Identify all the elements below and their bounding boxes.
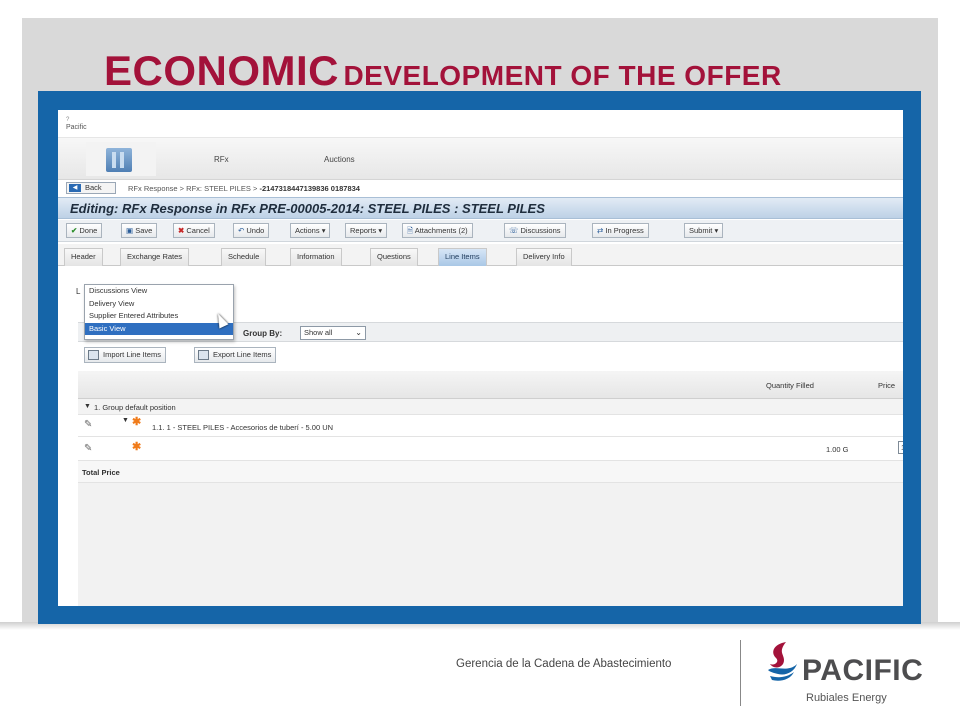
- table-header: Quantity Filled Price: [78, 371, 903, 399]
- footer-divider: [740, 640, 741, 706]
- cancel-button[interactable]: ✖ Cancel: [173, 223, 215, 238]
- chevron-down-icon: ⌄: [355, 328, 362, 337]
- app-screenshot: ? Pacific RFx Auctions ◀ Back RFx Respon…: [58, 110, 903, 606]
- app-logo-row: ? Pacific: [58, 110, 903, 138]
- brand-subtitle: Rubiales Energy: [806, 692, 887, 704]
- tab-exchange-rates[interactable]: Exchange Rates: [120, 248, 190, 266]
- export-line-items-button[interactable]: Export Line Items: [194, 347, 277, 363]
- attachment-icon: 🗎: [407, 226, 414, 235]
- import-icon: [88, 350, 99, 360]
- home-nav[interactable]: [86, 142, 156, 176]
- group-by-select[interactable]: Show all ⌄: [300, 326, 366, 340]
- tab-questions[interactable]: Questions: [370, 248, 418, 266]
- view-option-basic[interactable]: Basic View: [85, 322, 233, 335]
- footer-text: Gerencia de la Cadena de Abastecimiento: [456, 658, 672, 670]
- view-option-delivery[interactable]: Delivery View: [85, 298, 233, 311]
- app-nav-row: RFx Auctions: [58, 138, 903, 180]
- breadcrumb-row: ◀ Back RFx Response > RFx: STEEL PILES >…: [58, 180, 903, 196]
- submit-menu[interactable]: Submit ▾: [684, 223, 724, 238]
- done-button[interactable]: ✔ Done: [66, 223, 103, 238]
- group-by-label: Group By:: [243, 329, 283, 338]
- nav-tab-rfx[interactable]: RFx: [214, 155, 229, 164]
- app-mini-logo: ? Pacific: [66, 117, 87, 131]
- close-icon: ✖: [178, 226, 185, 235]
- back-arrow-icon: ◀: [69, 184, 81, 192]
- slide: ECONOMIC DEVELOPMENT OF THE OFFER ? Paci…: [0, 0, 960, 720]
- save-icon: ▣: [126, 226, 134, 235]
- back-button[interactable]: ◀ Back: [66, 182, 116, 194]
- table-row[interactable]: ✎ ✱ 1.00 G 1: [78, 437, 903, 461]
- tab-line-items[interactable]: Line Items: [438, 248, 487, 266]
- in-progress-button[interactable]: ⇄ In Progress: [592, 223, 649, 238]
- column-quantity-filled[interactable]: Quantity Filled: [766, 381, 814, 390]
- collapse-triangle-icon[interactable]: ▼: [84, 403, 91, 410]
- title-rest: DEVELOPMENT OF THE OFFER: [343, 60, 782, 91]
- nav-tab-auctions[interactable]: Auctions: [324, 155, 355, 164]
- view-label: L: [76, 287, 81, 296]
- empty-area: [78, 483, 903, 606]
- toolbar: ✔ Done ▣ Save ✖ Cancel ↶ Undo Actions ▾ …: [58, 220, 903, 242]
- expand-triangle-icon[interactable]: ▼: [122, 417, 129, 424]
- group-row[interactable]: ▼ 1. Group default position: [78, 399, 903, 415]
- price-input[interactable]: 1: [898, 441, 903, 454]
- brand-name: PACIFIC: [802, 654, 924, 687]
- chevron-down-icon: ▾: [321, 226, 326, 235]
- quantity-filled-value: 1.00 G: [826, 445, 849, 454]
- view-option-discussions[interactable]: Discussions View: [85, 285, 233, 298]
- chevron-down-icon: ▾: [714, 226, 719, 235]
- required-star-icon: ✱: [132, 416, 142, 428]
- tab-delivery-info[interactable]: Delivery Info: [516, 248, 572, 266]
- table-row[interactable]: ✎ ▼ ✱ 1.1. 1 - STEEL PILES - Accesorios …: [78, 415, 903, 437]
- tab-information[interactable]: Information: [290, 248, 342, 266]
- building-icon: [106, 148, 132, 172]
- discussions-button[interactable]: ☏ Discussions: [504, 223, 566, 238]
- slide-title: ECONOMIC DEVELOPMENT OF THE OFFER: [104, 50, 782, 92]
- tab-bar: Header Exchange Rates Schedule Informati…: [58, 244, 903, 266]
- tab-schedule[interactable]: Schedule: [221, 248, 267, 266]
- view-dropdown-list[interactable]: Discussions View Delivery View Supplier …: [84, 284, 234, 340]
- undo-icon: ↶: [238, 226, 245, 235]
- page-title: Editing: RFx Response in RFx PRE-00005-2…: [70, 201, 545, 216]
- column-price[interactable]: Price: [878, 381, 895, 390]
- pacific-logo-icon: [768, 642, 797, 681]
- chevron-down-icon: ▾: [378, 226, 383, 235]
- total-price-label: Total Price: [82, 468, 120, 477]
- line-items-panel: L Discussions View Delivery View Supplie…: [58, 267, 903, 606]
- editing-title-bar: Editing: RFx Response in RFx PRE-00005-2…: [58, 197, 903, 219]
- line-item-description: 1.1. 1 - STEEL PILES - Accesorios de tub…: [152, 423, 334, 432]
- title-main-word: ECONOMIC: [104, 47, 339, 94]
- total-price-row: Total Price: [78, 461, 903, 483]
- breadcrumb[interactable]: RFx Response > RFx: STEEL PILES > -21473…: [128, 184, 360, 193]
- undo-button[interactable]: ↶ Undo: [233, 223, 270, 238]
- reports-menu[interactable]: Reports ▾: [345, 223, 388, 238]
- required-star-icon: ✱: [132, 441, 142, 453]
- export-icon: [198, 350, 209, 360]
- save-button[interactable]: ▣ Save: [121, 223, 158, 238]
- discussion-icon: ☏: [509, 226, 519, 235]
- tab-header[interactable]: Header: [64, 248, 103, 266]
- progress-icon: ⇄: [597, 226, 604, 235]
- pacific-logo: PACIFIC Rubiales Energy: [764, 640, 934, 706]
- edit-pencil-icon[interactable]: ✎: [84, 443, 92, 454]
- import-line-items-button[interactable]: Import Line Items: [84, 347, 166, 363]
- attachments-button[interactable]: 🗎 Attachments (2): [402, 223, 473, 238]
- actions-menu[interactable]: Actions ▾: [290, 223, 331, 238]
- check-icon: ✔: [71, 226, 78, 235]
- edit-pencil-icon[interactable]: ✎: [84, 419, 92, 430]
- view-option-supplier-attributes[interactable]: Supplier Entered Attributes: [85, 310, 233, 323]
